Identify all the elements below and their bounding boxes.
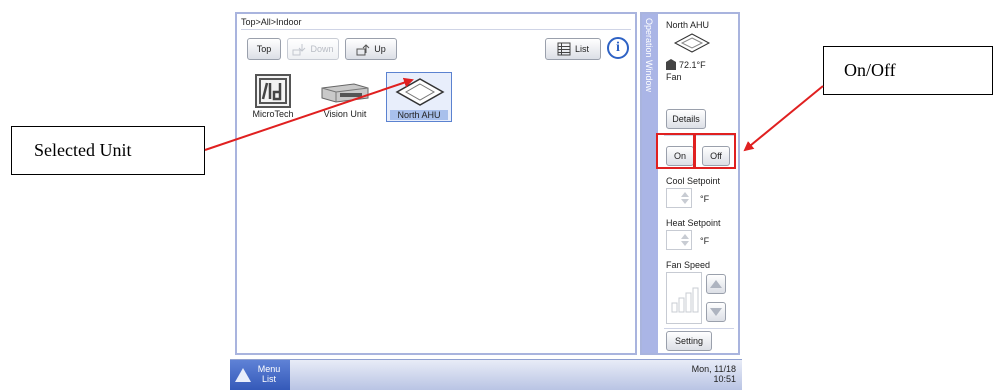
triangle-up-icon: [710, 280, 722, 288]
chevron-down-icon[interactable]: [681, 199, 689, 204]
setting-button[interactable]: Setting: [666, 331, 712, 351]
triangle-down-icon: [710, 308, 722, 316]
heat-setpoint-label: Heat Setpoint: [666, 218, 721, 228]
divider: [664, 135, 734, 136]
fan-speed-label: Fan Speed: [666, 260, 711, 270]
menu-label-line1: Menu: [257, 364, 281, 374]
selected-unit-callout: Selected Unit: [11, 126, 205, 175]
time: 10:51: [713, 374, 736, 384]
top-button[interactable]: Top: [247, 38, 281, 60]
room-temperature-icon: [666, 59, 676, 70]
setting-button-label: Setting: [674, 336, 704, 346]
breadcrumb: Top>All>Indoor: [241, 17, 302, 27]
operation-window: Operation Window North AHU 72.1°F Fan De…: [640, 12, 740, 355]
selected-unit-callout-text: Selected Unit: [34, 140, 132, 160]
unit-label: Vision Unit: [323, 109, 367, 119]
on-off-callout: On/Off: [823, 46, 993, 95]
details-button-label: Details: [672, 114, 700, 124]
unit-label: MicroTech: [252, 109, 294, 119]
unit-north-ahu[interactable]: North AHU: [386, 72, 452, 122]
down-level-icon: [292, 44, 306, 56]
on-button[interactable]: On: [666, 146, 694, 166]
cool-setpoint-label: Cool Setpoint: [666, 176, 721, 186]
menu-label-line2: List: [261, 374, 276, 384]
list-button-label: List: [574, 44, 589, 54]
up-arrow-icon: [235, 368, 251, 382]
selected-unit-name: North AHU: [666, 20, 710, 30]
fan-speed-indicator: [666, 272, 702, 324]
off-button-label: Off: [710, 151, 722, 161]
down-button[interactable]: Down: [287, 38, 339, 60]
menu-list-label: Menu List: [254, 364, 284, 384]
heat-setpoint-input[interactable]: [666, 230, 692, 250]
off-button[interactable]: Off: [702, 146, 730, 166]
date: Mon, 11/18: [691, 364, 736, 374]
menu-list-button[interactable]: Menu List: [230, 360, 290, 390]
top-button-label: Top: [256, 44, 272, 54]
ceiling-cassette-icon: [673, 33, 711, 53]
unit-microtech[interactable]: MicroTech: [240, 72, 306, 122]
down-button-label: Down: [310, 44, 334, 54]
details-button[interactable]: Details: [666, 109, 706, 129]
fan-speed-up-button[interactable]: [706, 274, 726, 294]
unit-vision-unit[interactable]: Vision Unit: [312, 72, 378, 122]
clock: Mon, 11/18 10:51: [692, 364, 736, 384]
list-icon: [557, 42, 571, 56]
unit-label: North AHU: [390, 110, 448, 120]
operation-mode: Fan: [666, 72, 682, 82]
navigation-panel: Top>All>Indoor Top Down Up List i MicroT…: [235, 12, 637, 355]
list-button[interactable]: List: [545, 38, 601, 60]
up-button[interactable]: Up: [345, 38, 397, 60]
fan-speed-down-button[interactable]: [706, 302, 726, 322]
operation-content: North AHU 72.1°F Fan Details On Off Cool…: [660, 14, 738, 353]
fan-speed-bars-icon: [671, 287, 699, 313]
divider: [241, 29, 631, 30]
room-temperature: 72.1°F: [679, 60, 706, 70]
ceiling-cassette-icon: [395, 78, 445, 106]
operation-window-tab-label: Operation Window: [644, 18, 654, 93]
chevron-up-icon[interactable]: [681, 192, 689, 197]
up-level-icon: [356, 44, 370, 56]
operation-window-tab[interactable]: Operation Window: [642, 14, 658, 353]
ducted-unit-icon: [321, 83, 369, 103]
chevron-up-icon[interactable]: [681, 234, 689, 239]
on-off-callout-text: On/Off: [844, 60, 896, 80]
controller-screen: Top>All>Indoor Top Down Up List i MicroT…: [230, 8, 742, 390]
on-off-arrow: [743, 85, 824, 152]
cool-setpoint-input[interactable]: [666, 188, 692, 208]
microtech-icon: [255, 74, 291, 108]
divider: [664, 328, 734, 329]
info-icon[interactable]: i: [607, 37, 629, 59]
up-button-label: Up: [374, 44, 386, 54]
on-button-label: On: [673, 151, 686, 161]
cool-setpoint-unit: °F: [700, 194, 710, 204]
bottom-bar: Menu List Mon, 11/18 10:51: [230, 359, 742, 390]
heat-setpoint-unit: °F: [700, 236, 710, 246]
chevron-down-icon[interactable]: [681, 241, 689, 246]
